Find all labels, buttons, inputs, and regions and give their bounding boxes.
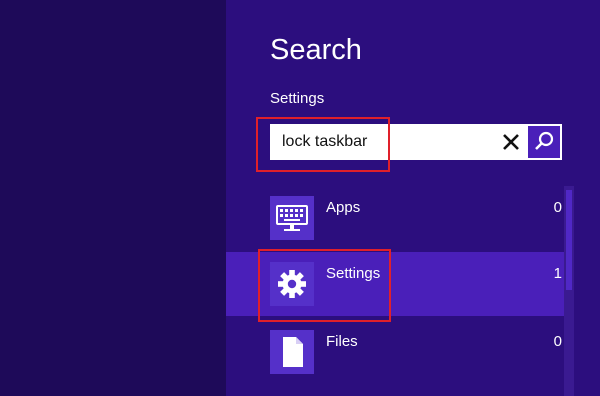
result-files[interactable]: Files 0 [226,320,564,384]
close-icon[interactable] [499,130,523,154]
results-scrollbar-thumb[interactable] [566,190,572,290]
search-icon [535,131,554,150]
result-settings[interactable]: Settings 1 [226,252,564,316]
search-go-button[interactable] [528,126,560,158]
result-count: 0 [553,199,562,216]
keyboard-icon [270,196,314,240]
document-icon [270,330,314,374]
result-label: Settings [326,265,381,282]
result-count: 0 [553,333,562,350]
charm-title: Search [270,34,362,66]
search-input[interactable]: lock taskbar [270,124,562,160]
desktop-background [0,0,226,396]
result-label: Apps [326,199,361,216]
result-apps[interactable]: Apps 0 [226,186,564,250]
search-query-text[interactable]: lock taskbar [282,133,367,151]
gear-icon [270,262,314,306]
result-label: Files [326,333,358,350]
result-count: 1 [553,265,562,282]
search-scope-label: Settings [270,90,325,107]
